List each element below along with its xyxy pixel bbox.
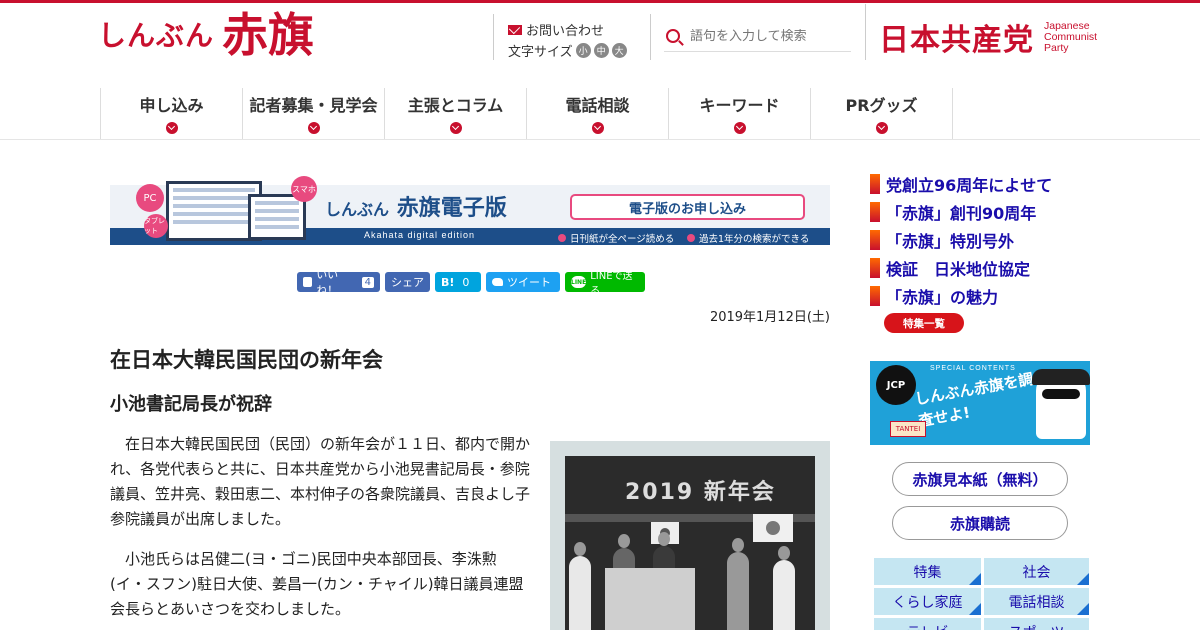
- article-photo-frame: 2019 新年会: [550, 441, 830, 630]
- logo-small-text: しんぶん: [98, 19, 215, 52]
- main-nav: 申し込み 記者募集・見学会 主張とコラム 電話相談 キーワード PRグッズ: [100, 88, 953, 139]
- nav-item-editorial[interactable]: 主張とコラム: [385, 88, 527, 139]
- font-size-label: 文字サイズ: [508, 45, 573, 60]
- feature-link[interactable]: 検証 日米地位協定: [870, 254, 1052, 282]
- nav-label: キーワード: [699, 96, 780, 115]
- search-icon[interactable]: [664, 27, 684, 47]
- category-link[interactable]: くらし家庭: [874, 588, 981, 615]
- top-accent-line: [0, 0, 1200, 3]
- mail-icon: [508, 24, 522, 35]
- promo-tag: TANTEI: [890, 421, 926, 437]
- header-divider: [650, 14, 651, 60]
- feature-link[interactable]: 「赤旗」創刊90周年: [870, 198, 1052, 226]
- feature-link[interactable]: 「赤旗」特別号外: [870, 226, 1052, 254]
- contact-label: お問い合わせ: [526, 24, 605, 39]
- feature-link[interactable]: 党創立96周年によせて: [870, 170, 1052, 198]
- tablet-badge: タブレット: [144, 214, 168, 238]
- promo-top-text: SPECIAL CONTENTS: [930, 365, 1016, 372]
- line-share-button[interactable]: LINE LINEで送る: [565, 271, 645, 297]
- pc-badge: PC: [136, 184, 164, 212]
- feature-links: 党創立96周年によせて 「赤旗」創刊90周年 「赤旗」特別号外 検証 日米地位協…: [870, 170, 1052, 310]
- digital-edition-banner[interactable]: PC タブレット スマホ しんぶん 赤旗電子版 Akahata digital …: [110, 176, 830, 245]
- banner-feature: 日刊紙が全ページ読める: [558, 231, 674, 245]
- facebook-share-button[interactable]: シェア: [385, 272, 430, 292]
- digital-apply-button[interactable]: 電子版のお申し込み: [570, 194, 805, 220]
- nav-label: 主張とコラム: [407, 96, 504, 115]
- facebook-like-button[interactable]: いいね！ 4: [297, 268, 380, 297]
- jcp-logo[interactable]: 日本共産党 Japanese Communist Party: [879, 15, 1097, 59]
- thumbs-up-icon: [303, 277, 313, 287]
- chevron-down-icon: [591, 122, 604, 134]
- article-headline: 在日本大韓民国民団の新年会: [110, 348, 383, 372]
- smartphone-badge: スマホ: [291, 176, 317, 202]
- font-size-large-button[interactable]: 大: [611, 43, 627, 58]
- banner-subtitle: Akahata digital edition: [364, 230, 476, 240]
- tablet-screen-image: [248, 194, 306, 240]
- category-link[interactable]: 社会: [984, 558, 1089, 585]
- subscribe-button[interactable]: 赤旗購読: [892, 506, 1068, 540]
- photo-sign-text: 2019 新年会: [625, 480, 776, 505]
- nav-item-keyword[interactable]: キーワード: [669, 88, 811, 139]
- category-link[interactable]: テレビ: [874, 618, 981, 630]
- detective-illustration: [1032, 369, 1090, 439]
- chevron-down-icon: [733, 122, 746, 134]
- share-buttons: いいね！ 4 シェア B! 0 ツイート LINE LINEで送る: [297, 268, 645, 297]
- category-grid: 特集 社会 くらし家庭 電話相談 テレビ スポーツ: [874, 558, 1090, 630]
- like-count: 4: [361, 276, 374, 288]
- party-name-en: Japanese Communist Party: [1044, 19, 1098, 54]
- article-photo[interactable]: 2019 新年会: [565, 456, 815, 630]
- akahata-logo[interactable]: しんぶん 赤旗: [98, 12, 314, 58]
- sample-paper-button[interactable]: 赤旗見本紙（無料）: [892, 462, 1068, 496]
- feature-list-button[interactable]: 特集一覧: [884, 313, 964, 333]
- font-size-small-button[interactable]: 小: [575, 43, 591, 58]
- nav-item-phone-consult[interactable]: 電話相談: [527, 88, 669, 139]
- chevron-down-icon: [875, 122, 888, 134]
- promo-text: しんぶん赤旗を調査せよ!: [913, 369, 1035, 431]
- logo-big-text: 赤旗: [222, 8, 315, 62]
- nav-label: 電話相談: [565, 96, 630, 115]
- search-box: [664, 22, 851, 52]
- article-paragraph: 小池氏らは呂健二(ヨ・ゴニ)民団中央本部団長、李洙勲(イ・スフン)駐日大使、姜昌…: [110, 550, 524, 618]
- nav-label: 記者募集・見学会: [249, 96, 378, 115]
- feature-link[interactable]: 「赤旗」の魅力: [870, 282, 1052, 310]
- hatena-count: 0: [462, 275, 470, 289]
- nav-item-apply[interactable]: 申し込み: [101, 88, 243, 139]
- banner-feature: 過去1年分の検索ができる: [687, 231, 809, 245]
- nav-item-pr-goods[interactable]: PRグッズ: [811, 88, 953, 139]
- chevron-down-icon: [449, 122, 462, 134]
- japanese-flag-image: [753, 514, 793, 542]
- jcp-badge: JCP: [876, 365, 916, 405]
- font-size-control: 文字サイズ 小 中 大: [508, 41, 627, 60]
- nav-item-recruit[interactable]: 記者募集・見学会: [243, 88, 385, 139]
- nav-label: 申し込み: [139, 96, 204, 115]
- party-name-jp: 日本共産党: [879, 23, 1034, 58]
- twitter-bird-icon: [492, 278, 503, 286]
- article-date: 2019年1月12日(土): [709, 310, 830, 325]
- category-link[interactable]: 電話相談: [984, 588, 1089, 615]
- category-link[interactable]: スポーツ: [984, 618, 1089, 630]
- article-body: 在日本大韓民国民団（民団）の新年会が１１日、都内で開かれ、各党代表らと共に、日本…: [110, 432, 530, 630]
- tweet-button[interactable]: ツイート: [486, 272, 560, 292]
- header-divider-line: [0, 139, 1200, 140]
- contact-link[interactable]: お問い合わせ: [508, 20, 604, 39]
- article-subhead: 小池書記局長が祝辞: [110, 394, 272, 415]
- promo-banner[interactable]: JCP SPECIAL CONTENTS しんぶん赤旗を調査せよ! TANTEI: [870, 361, 1090, 445]
- header-divider: [493, 14, 494, 60]
- nav-label: PRグッズ: [845, 96, 918, 115]
- search-input[interactable]: [690, 29, 845, 44]
- hatena-bookmark-button[interactable]: B! 0: [435, 272, 481, 292]
- chevron-down-icon: [165, 122, 178, 134]
- banner-title: しんぶん 赤旗電子版: [325, 196, 507, 221]
- line-icon: LINE: [571, 276, 587, 288]
- font-size-medium-button[interactable]: 中: [593, 43, 609, 58]
- category-link[interactable]: 特集: [874, 558, 981, 585]
- article-paragraph: 在日本大韓民国民団（民団）の新年会が１１日、都内で開かれ、各党代表らと共に、日本…: [110, 435, 531, 528]
- chevron-down-icon: [307, 122, 320, 134]
- header-divider: [865, 4, 866, 60]
